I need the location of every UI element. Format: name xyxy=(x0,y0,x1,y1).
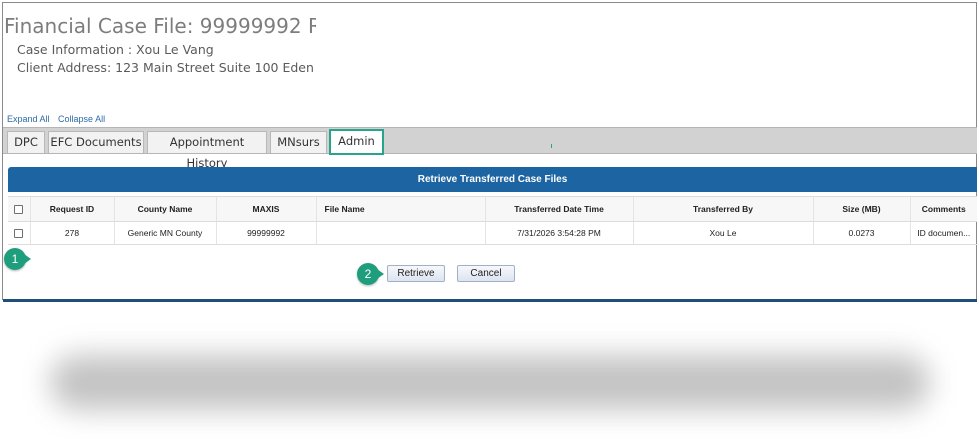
select-all-checkbox[interactable] xyxy=(14,205,24,215)
col-transferred-date-time: Transferred Date Time xyxy=(484,196,633,222)
retrieve-button[interactable]: Retrieve xyxy=(387,265,445,282)
tab-appointment-history[interactable]: Appointment History xyxy=(147,131,267,170)
tab-mnsurs[interactable]: MNsurs xyxy=(270,131,327,153)
table-row[interactable]: 278 Generic MN County 99999992 7/31/2026… xyxy=(8,221,977,245)
col-comments: Comments xyxy=(909,196,977,222)
tab-efc-documents[interactable]: EFC Documents xyxy=(48,131,144,153)
callout-badge-1: 1 xyxy=(4,248,31,270)
page-title: Financial Case File: 99999992 Rockhe xyxy=(4,14,316,38)
expand-collapse-links: Expand All Collapse All xyxy=(7,114,111,124)
collapse-all-link[interactable]: Collapse All xyxy=(58,114,105,124)
col-transferred-by: Transferred By xyxy=(632,196,813,222)
col-county-name: County Name xyxy=(113,196,216,222)
table-header-row: Request ID County Name MAXIS File Name T… xyxy=(8,196,977,222)
col-size-mb: Size (MB) xyxy=(812,196,910,222)
transferred-files-table: Request ID County Name MAXIS File Name T… xyxy=(8,196,977,245)
callout-badge-2: 2 xyxy=(357,263,384,285)
tab-bar-marker xyxy=(551,144,552,148)
row-select-cell xyxy=(8,221,30,245)
blurred-shadow xyxy=(50,355,930,410)
window-bottom-border xyxy=(3,299,977,302)
tab-admin[interactable]: Admin xyxy=(329,129,384,155)
col-request-id: Request ID xyxy=(29,196,114,222)
cell-transferred-date-time: 7/31/2026 3:54:28 PM xyxy=(484,221,633,245)
tab-bar: DPC EFC Documents Appointment History MN… xyxy=(3,127,977,170)
select-all-cell xyxy=(8,196,30,222)
cell-county-name: Generic MN County xyxy=(113,221,216,245)
cell-file-name xyxy=(315,221,485,245)
cell-size-mb: 0.0273 xyxy=(812,221,910,245)
case-information: Case Information : Xou Le Vang xyxy=(17,42,214,57)
cell-comments: ID documen... xyxy=(909,221,977,245)
tab-dpc[interactable]: DPC xyxy=(7,131,45,153)
client-address: Client Address: 123 Main Street Suite 10… xyxy=(17,60,317,75)
col-maxis: MAXIS xyxy=(215,196,316,222)
cancel-button[interactable]: Cancel xyxy=(457,265,515,282)
cell-request-id: 278 xyxy=(29,221,114,245)
panel-header: Retrieve Transferred Case Files xyxy=(8,167,977,192)
cell-maxis: 99999992 xyxy=(215,221,316,245)
expand-all-link[interactable]: Expand All xyxy=(7,114,50,124)
cell-transferred-by: Xou Le xyxy=(632,221,813,245)
col-file-name: File Name xyxy=(315,196,485,222)
row-checkbox[interactable] xyxy=(14,229,24,239)
